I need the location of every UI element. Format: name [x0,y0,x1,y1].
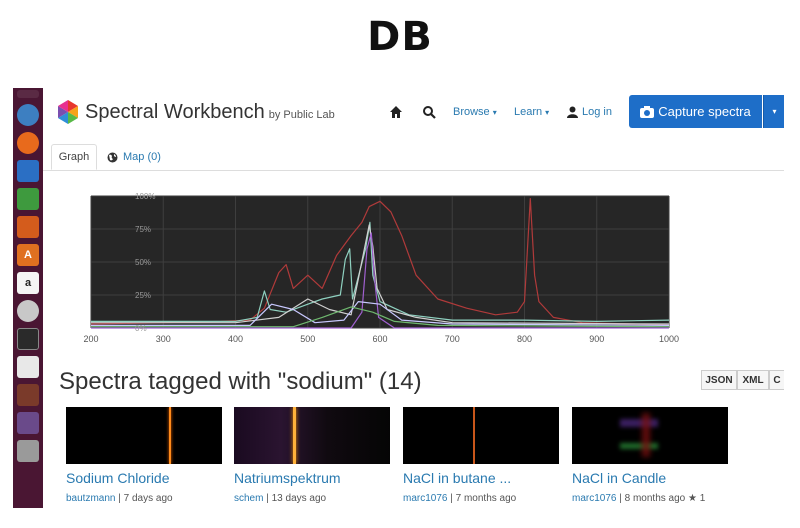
spectrum-card[interactable]: Natriumspektrum schem | 13 days ago [234,407,390,504]
software-center-icon[interactable]: A [17,244,39,266]
more-format-button[interactable]: C [769,370,784,390]
tab-map[interactable]: Map (0) [107,144,161,170]
x-tick-label: 600 [372,334,387,344]
search-icon[interactable] [421,104,437,120]
brand-name: Spectral Workbench [85,101,265,123]
x-tick-label: 700 [445,334,460,344]
caret-down-icon: ▾ [772,107,777,116]
spectrum-age: | 13 days ago [263,493,327,504]
spectrum-meta: marc1076 | 8 months ago ★ 1 [572,493,728,504]
spectrum-chart-svg[interactable]: 0% 25% 50% 75% 100% 200 300 400 500 600 700 800 900 1… [79,188,719,348]
writer-doc-icon[interactable] [17,160,39,182]
x-tick-label: 300 [156,334,171,344]
spectrum-age: | 8 months ago ★ 1 [616,493,706,504]
spectrum-thumbnail[interactable] [572,407,728,464]
chevron-down-icon: ▾ [492,108,497,117]
capture-spectra-label: Capture spectra [658,104,751,119]
text-editor-icon[interactable] [17,356,39,378]
author-link[interactable]: bautzmann [66,493,115,504]
spectrum-meta: marc1076 | 7 months ago [403,493,559,504]
launcher-bar: A a [13,88,43,508]
caption-title: DB [367,14,433,60]
system-monitor-icon[interactable] [17,328,39,350]
spectrum-thumbnail[interactable] [403,407,559,464]
spectrum-meta: bautzmann | 7 days ago [66,493,222,504]
spectral-workbench-logo-icon[interactable] [57,100,79,124]
spectrum-card[interactable]: NaCl in Candle marc1076 | 8 months ago ★… [572,407,728,504]
brand-title[interactable]: Spectral Workbench by Public Lab [85,101,335,124]
screenshot-icon[interactable] [17,384,39,406]
spectrum-card[interactable]: Sodium Chloride bautzmann | 7 days ago [66,407,222,504]
impress-slide-icon[interactable] [17,216,39,238]
y-tick-label: 75% [135,225,151,234]
spectrum-meta: schem | 13 days ago [234,493,390,504]
home-icon[interactable] [388,104,404,120]
spectrum-age: | 7 days ago [115,493,173,504]
firefox-icon[interactable] [17,132,39,154]
xml-button[interactable]: XML [737,370,769,390]
capture-spectra-button[interactable]: Capture spectra [629,95,762,128]
login-link[interactable]: Log in [582,106,612,118]
y-tick-label: 100% [135,192,155,201]
x-tick-label: 800 [517,334,532,344]
launcher-browser-icon[interactable] [17,104,39,126]
spectrum-title-link[interactable]: NaCl in Candle [572,470,728,486]
spectrum-age: | 7 months ago [447,493,517,504]
spectrum-thumbnail[interactable] [234,407,390,464]
author-link[interactable]: marc1076 [403,493,447,504]
x-tick-label: 500 [300,334,315,344]
browse-label: Browse [453,106,490,118]
spectrum-chart[interactable]: 0% 25% 50% 75% 100% 200 300 400 500 600 700 800 900 1… [79,188,719,348]
amazon-icon[interactable]: a [17,272,39,294]
learn-dropdown[interactable]: Learn ▾ [514,106,549,118]
spectrum-thumbnail[interactable] [66,407,222,464]
calc-sheet-icon[interactable] [17,188,39,210]
camera-icon [640,105,655,118]
printer-icon[interactable] [17,440,39,462]
author-link[interactable]: schem [234,493,263,504]
chevron-down-icon: ▾ [545,108,550,117]
top-navigation: Spectral Workbench by Public Lab Browse ▾ … [43,88,784,136]
library-icon[interactable] [17,412,39,434]
capture-options-dropdown[interactable]: ▾ [763,95,784,128]
tab-graph[interactable]: Graph [51,144,97,170]
y-tick-label: 25% [135,291,151,300]
spectrum-title-link[interactable]: NaCl in butane ... [403,470,559,486]
y-tick-label: 0% [135,324,147,333]
view-tabs: Graph Map (0) [43,140,784,171]
launcher-top-icon[interactable] [17,90,39,98]
x-tick-label: 1000 [659,334,679,344]
y-tick-label: 50% [135,258,151,267]
globe-icon [107,152,118,162]
browse-dropdown[interactable]: Browse ▾ [453,106,497,118]
spectrum-card[interactable]: NaCl in butane ... marc1076 | 7 months a… [403,407,559,504]
settings-gear-icon[interactable] [17,300,39,322]
brand-byline: by Public Lab [268,109,335,121]
x-tick-label: 400 [228,334,243,344]
json-button[interactable]: JSON [701,370,737,390]
page-title: Spectra tagged with "sodium" (14) [59,368,422,395]
x-tick-label: 900 [589,334,604,344]
tab-map-label: Map (0) [123,151,161,163]
author-link[interactable]: marc1076 [572,493,616,504]
spectrum-title-link[interactable]: Sodium Chloride [66,470,222,486]
user-icon[interactable] [567,106,578,118]
browser-viewport: Spectral Workbench by Public Lab Browse ▾ … [43,88,784,508]
x-tick-label: 200 [83,334,98,344]
spectrum-title-link[interactable]: Natriumspektrum [234,470,390,486]
learn-label: Learn [514,106,543,118]
